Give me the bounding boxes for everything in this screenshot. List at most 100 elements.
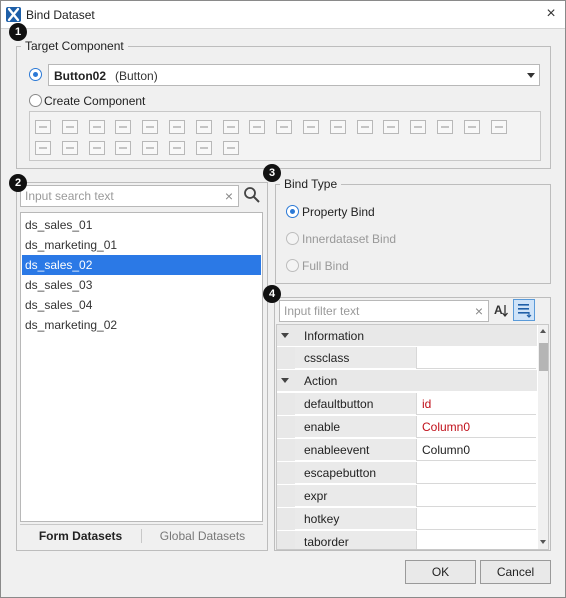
listview-icon[interactable] bbox=[115, 141, 132, 155]
progressbar-icon[interactable] bbox=[356, 120, 373, 134]
property-bind-label[interactable]: Property Bind bbox=[302, 205, 375, 219]
property-filter-field[interactable]: × bbox=[279, 300, 489, 322]
sketch-icon[interactable] bbox=[142, 141, 159, 155]
property-row-escapebutton[interactable]: escapebutton bbox=[277, 462, 537, 484]
treeview-icon[interactable] bbox=[410, 120, 427, 134]
combo-selected-name: Button02 bbox=[54, 69, 106, 83]
row-gutter bbox=[277, 462, 295, 484]
radio-icon[interactable] bbox=[249, 120, 266, 134]
property-row-enableevent[interactable]: enableevent Column0 bbox=[277, 439, 537, 461]
dotted-grid-icon[interactable] bbox=[169, 141, 185, 155]
checkbox-icon[interactable] bbox=[276, 120, 293, 134]
row-gutter bbox=[277, 508, 295, 530]
property-value[interactable]: id bbox=[416, 393, 536, 415]
property-value[interactable] bbox=[416, 462, 536, 484]
property-name: taborder bbox=[295, 531, 416, 549]
property-row-cssclass[interactable]: cssclass bbox=[277, 347, 537, 369]
download-icon[interactable] bbox=[195, 141, 212, 155]
cancel-button[interactable]: Cancel bbox=[480, 560, 551, 584]
property-name: escapebutton bbox=[295, 462, 416, 484]
spin-icon[interactable] bbox=[115, 120, 132, 134]
clear-icon[interactable]: × bbox=[475, 303, 483, 319]
tab-icon[interactable] bbox=[463, 120, 480, 134]
dataset-search-input[interactable] bbox=[21, 186, 238, 206]
property-scrollbar[interactable] bbox=[538, 325, 548, 549]
property-value[interactable] bbox=[416, 347, 536, 369]
app-logo-icon bbox=[6, 7, 21, 22]
grid-icon[interactable] bbox=[195, 120, 212, 134]
listbox-icon[interactable] bbox=[303, 120, 319, 134]
property-value[interactable] bbox=[416, 508, 536, 530]
row-gutter bbox=[277, 347, 295, 369]
list-item-selected[interactable]: ds_sales_02 bbox=[22, 255, 261, 275]
search-icon[interactable] bbox=[243, 186, 261, 204]
list-item[interactable]: ds_sales_04 bbox=[22, 295, 261, 315]
category-label: Information bbox=[304, 329, 365, 343]
table-icon[interactable] bbox=[329, 120, 346, 134]
clear-icon[interactable]: × bbox=[225, 188, 233, 204]
full-bind-label[interactable]: Full Bind bbox=[302, 259, 349, 273]
dataset-search-field[interactable]: × bbox=[20, 185, 239, 207]
property-row-defaultbutton[interactable]: defaultbutton id bbox=[277, 393, 537, 415]
step-badge-2: 2 bbox=[9, 174, 27, 192]
property-value[interactable]: Column0 bbox=[416, 439, 536, 461]
plugin-icon[interactable] bbox=[88, 141, 105, 155]
tab-form-datasets[interactable]: Form Datasets bbox=[20, 525, 141, 547]
button-icon[interactable] bbox=[35, 120, 51, 134]
sort-alpha-icon[interactable]: A bbox=[491, 299, 513, 321]
property-row-expr[interactable]: expr bbox=[277, 485, 537, 507]
property-bind-radio[interactable] bbox=[286, 205, 299, 218]
category-row-action[interactable]: Action bbox=[277, 370, 537, 392]
property-row-taborder[interactable]: taborder bbox=[277, 531, 537, 549]
upload-icon[interactable] bbox=[222, 141, 239, 155]
imageviewer-icon[interactable] bbox=[35, 141, 51, 155]
tab-global-datasets[interactable]: Global Datasets bbox=[142, 525, 263, 547]
property-value[interactable] bbox=[416, 485, 536, 507]
scroll-up-icon[interactable] bbox=[540, 329, 546, 333]
innerdataset-bind-radio[interactable] bbox=[286, 232, 299, 245]
dataset-tabs: Form Datasets Global Datasets bbox=[20, 524, 263, 546]
row-gutter bbox=[277, 416, 295, 438]
list-item[interactable]: ds_marketing_01 bbox=[22, 235, 261, 255]
target-existing-radio[interactable] bbox=[29, 68, 42, 81]
title-bar: Bind Dataset × bbox=[1, 1, 565, 29]
static-icon[interactable] bbox=[142, 120, 159, 134]
bind-dataset-dialog: Bind Dataset × 1 Target Component Button… bbox=[0, 0, 566, 598]
scroll-down-icon[interactable] bbox=[540, 540, 546, 544]
div-icon[interactable] bbox=[437, 120, 453, 134]
collapse-icon[interactable] bbox=[281, 378, 289, 383]
cursor-icon[interactable] bbox=[222, 120, 239, 134]
ok-button[interactable]: OK bbox=[405, 560, 476, 584]
maskedit-icon[interactable] bbox=[61, 141, 78, 155]
row-gutter bbox=[277, 531, 295, 549]
textarea-icon[interactable] bbox=[169, 120, 185, 134]
list-item[interactable]: ds_sales_03 bbox=[22, 275, 261, 295]
target-component-combo[interactable]: Button02 (Button) bbox=[48, 64, 540, 86]
collapse-icon[interactable] bbox=[281, 333, 289, 338]
property-filter-input[interactable] bbox=[280, 301, 488, 321]
dataset-list: ds_sales_01 ds_marketing_01 ds_sales_02 … bbox=[20, 212, 263, 522]
property-row-enable[interactable]: enable Column0 bbox=[277, 416, 537, 438]
row-gutter bbox=[277, 393, 295, 415]
menu-icon[interactable] bbox=[383, 120, 400, 134]
property-value[interactable] bbox=[416, 531, 536, 549]
combo-icon[interactable] bbox=[61, 120, 78, 134]
edit-icon[interactable] bbox=[88, 120, 105, 134]
property-value[interactable]: Column0 bbox=[416, 416, 536, 438]
category-view-icon[interactable] bbox=[513, 299, 535, 321]
list-item[interactable]: ds_sales_01 bbox=[22, 215, 261, 235]
chevron-down-icon bbox=[527, 73, 535, 78]
property-grid: Information cssclass Action defaultbutto… bbox=[276, 324, 549, 550]
list-item[interactable]: ds_marketing_02 bbox=[22, 315, 261, 335]
full-bind-radio[interactable] bbox=[286, 259, 299, 272]
create-component-radio[interactable] bbox=[29, 94, 42, 107]
scroll-thumb[interactable] bbox=[539, 343, 548, 371]
property-row-hotkey[interactable]: hotkey bbox=[277, 508, 537, 530]
create-component-label[interactable]: Create Component bbox=[44, 94, 145, 108]
close-icon[interactable]: × bbox=[541, 4, 561, 24]
property-name: hotkey bbox=[295, 508, 416, 530]
calendar-icon[interactable] bbox=[490, 120, 507, 134]
category-row-information[interactable]: Information bbox=[277, 325, 537, 347]
target-component-legend: Target Component bbox=[25, 39, 124, 53]
innerdataset-bind-label[interactable]: Innerdataset Bind bbox=[302, 232, 396, 246]
